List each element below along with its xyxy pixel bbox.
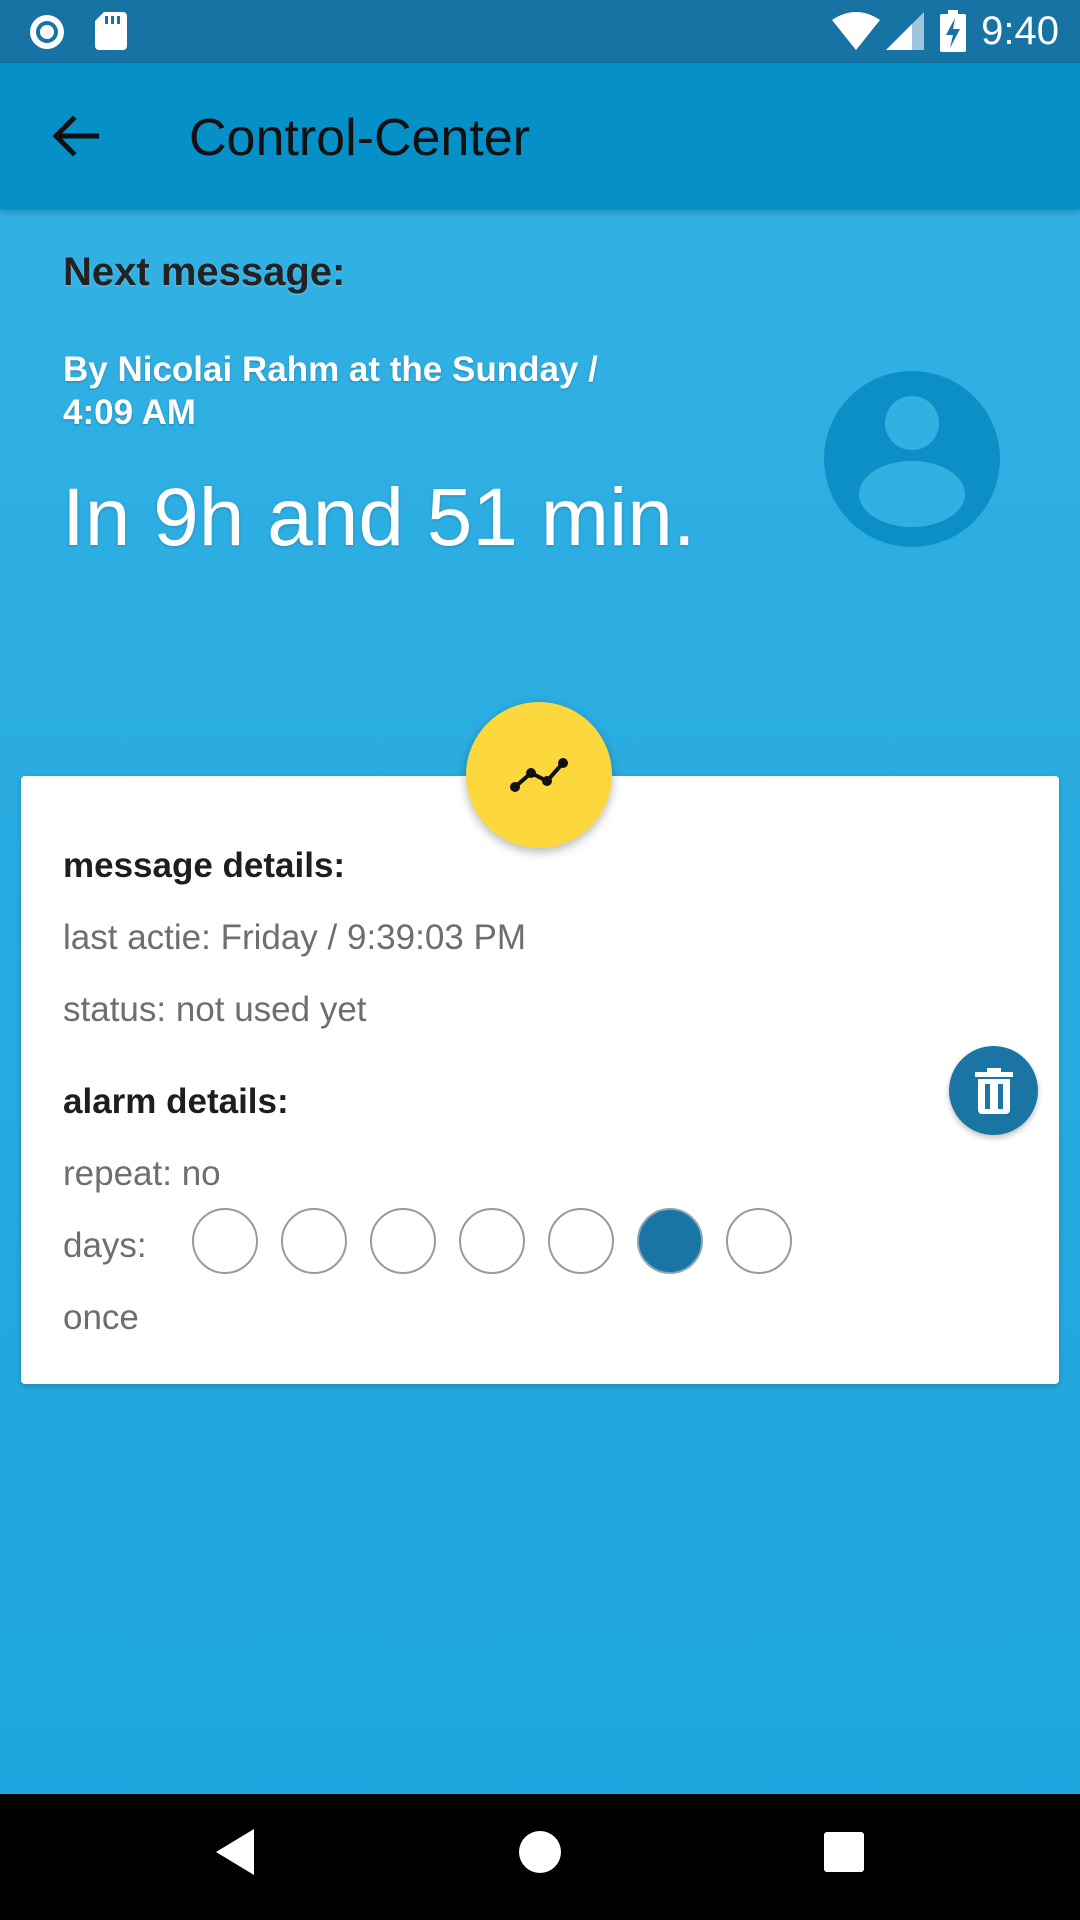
repeat-text: repeat: no (63, 1154, 221, 1193)
next-message-label: Next message: (63, 250, 346, 294)
last-action-text: last actie: Friday / 9:39:03 PM (63, 918, 526, 957)
sd-card-icon (95, 12, 127, 55)
day-toggle[interactable] (281, 1208, 347, 1274)
day-toggle[interactable] (548, 1208, 614, 1274)
arrow-back-icon (52, 116, 99, 156)
page-title: Control-Center (189, 109, 531, 167)
days-label: days: (63, 1226, 147, 1265)
message-details-heading: message details: (63, 846, 346, 885)
radio-icon (27, 12, 67, 57)
status-text: status: not used yet (63, 990, 367, 1029)
day-toggle[interactable] (637, 1208, 703, 1274)
trash-icon (974, 1067, 1013, 1114)
sender-line: By Nicolai Rahm at the Sunday / 4:09 AM (63, 350, 598, 432)
trending-chart-icon (510, 758, 568, 792)
frequency-text: once (63, 1298, 139, 1337)
avatar (824, 371, 1000, 547)
recents-square-icon[interactable] (822, 1827, 866, 1882)
home-circle-icon[interactable] (518, 1827, 562, 1882)
signal-icon (886, 12, 924, 55)
screen: 9:40 Control-Center Next message: By Nic… (0, 0, 1080, 1920)
person-icon (859, 396, 965, 527)
status-bar: 9:40 (0, 0, 1080, 63)
details-card: message details: last actie: Friday / 9:… (21, 776, 1059, 1384)
countdown-text: In 9h and 51 min. (62, 472, 696, 563)
day-toggle[interactable] (459, 1208, 525, 1274)
day-toggle[interactable] (726, 1208, 792, 1274)
day-toggle[interactable] (192, 1208, 258, 1274)
wifi-icon (832, 12, 880, 55)
delete-button[interactable] (949, 1046, 1038, 1135)
app-bar: Control-Center (0, 63, 1080, 210)
alarm-details-heading: alarm details: (63, 1082, 289, 1121)
stats-fab-button[interactable] (466, 702, 612, 848)
days-selector (192, 1208, 792, 1274)
status-time: 9:40 (981, 9, 1059, 53)
navigation-bar (0, 1794, 1080, 1920)
back-button[interactable] (40, 101, 110, 171)
back-triangle-icon[interactable] (214, 1827, 258, 1882)
battery-charging-icon (940, 10, 966, 57)
day-toggle[interactable] (370, 1208, 436, 1274)
